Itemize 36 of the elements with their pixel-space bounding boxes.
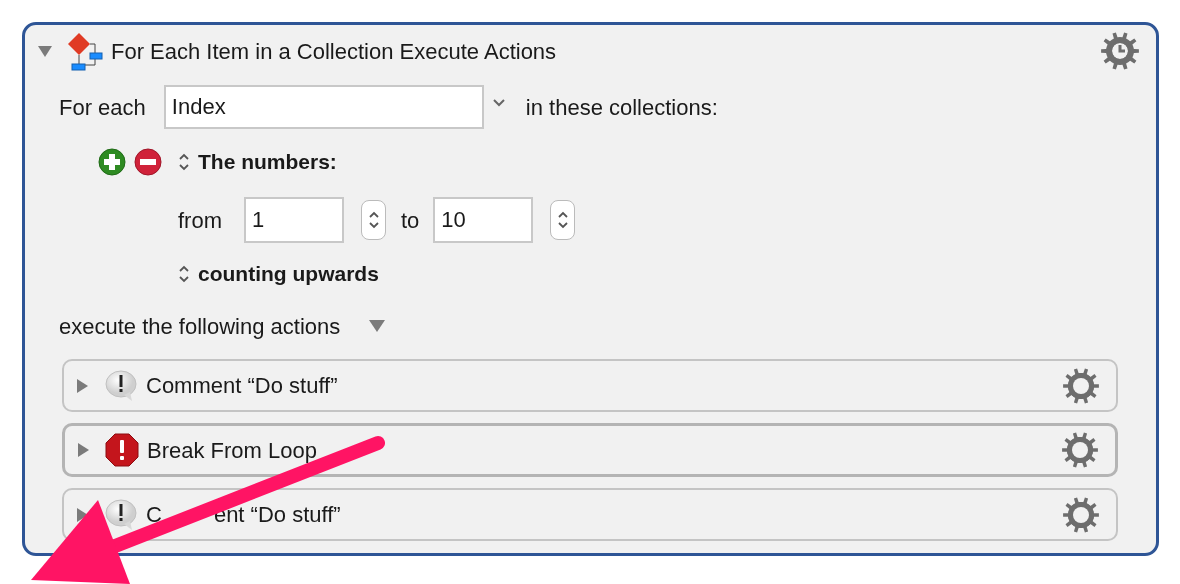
action-title: Comment “Do stuff” [146, 372, 338, 400]
collections-label: in these collections: [525, 93, 718, 122]
remove-icon[interactable] [134, 148, 162, 176]
stepper[interactable] [361, 200, 386, 240]
action-title: Break From Loop [147, 436, 317, 465]
from-label: from [178, 206, 222, 235]
stepper-arrows-icon[interactable] [556, 210, 569, 230]
action-title: For Each Item in a Collection Execute Actions [111, 37, 557, 66]
gear-icon[interactable] [1061, 431, 1099, 469]
popup-chevrons-icon[interactable] [178, 152, 190, 172]
add-icon[interactable] [98, 148, 126, 176]
gear-icon[interactable] [1062, 495, 1100, 534]
disclosure-triangle-down[interactable] [37, 43, 53, 59]
selected-action-row[interactable]: Break From Loop [62, 423, 1118, 477]
disclosure-triangle-right[interactable] [74, 377, 90, 394]
from-field[interactable]: 1 [244, 197, 344, 243]
disclosure-triangle-right[interactable] [75, 442, 91, 458]
gear-icon[interactable] [1062, 366, 1100, 405]
execute-label: execute the following actions [59, 312, 341, 341]
to-field[interactable]: 10 [433, 197, 534, 243]
stop-sign-exclamation-icon [105, 433, 139, 467]
direction-label: counting upwards [198, 261, 379, 288]
disclosure-triangle-down[interactable] [368, 319, 387, 333]
popup-chevrons-icon[interactable] [178, 264, 190, 284]
speech-bubble-exclamation-icon [104, 497, 138, 532]
gear-clock-icon[interactable] [1100, 31, 1140, 71]
action-row[interactable]: Comment “Do stuff” [62, 359, 1118, 412]
stepper-arrows-icon[interactable] [367, 210, 380, 230]
action-title-fragment: C [146, 501, 162, 529]
collection-type-label: The numbers: [198, 149, 337, 176]
variable-field[interactable]: Index [163, 85, 484, 129]
speech-bubble-exclamation-icon [104, 368, 138, 403]
dropdown-chevron-icon[interactable] [491, 98, 506, 108]
to-label: to [401, 206, 420, 235]
stepper[interactable] [550, 200, 576, 240]
for-each-label: For each [59, 93, 146, 122]
